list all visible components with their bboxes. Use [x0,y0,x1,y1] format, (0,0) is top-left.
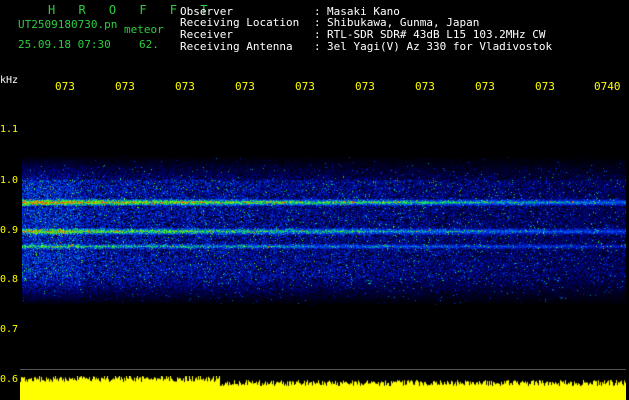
noise-level-bar [20,376,626,400]
x-tick: 073 [175,80,195,93]
x-tick: 073 [355,80,375,93]
x-tick: 073 [235,80,255,93]
y-tick: 1.0 [0,175,19,186]
baseline-divider [20,369,626,370]
x-tick: 073 [295,80,315,93]
y-tick: 0.7 [0,324,19,335]
x-tick: 073 [415,80,435,93]
label-antenna: Receiving Antenna [180,40,293,53]
category-label: meteor [124,23,164,36]
x-tick: 073 [475,80,495,93]
sep-antenna: : [314,40,321,53]
y-tick: 1.1 [0,124,19,135]
datetime: 25.09.18 07:30 [18,38,111,51]
x-tick: 0740 [594,80,621,93]
value-antenna: 3el Yagi(V) Az 330 for Vladivostok [327,40,553,53]
spectrogram [22,155,626,315]
x-tick: 073 [115,80,135,93]
unit-label: kHz [0,75,19,86]
y-tick: 0.6 [0,374,19,385]
x-tick: 073 [535,80,555,93]
x-tick: 073 [55,80,75,93]
y-tick: 0.9 [0,225,19,236]
file-name: UT2509180730.pn [18,18,118,31]
y-tick: 0.8 [0,274,19,285]
count-value: 62. [139,38,159,51]
